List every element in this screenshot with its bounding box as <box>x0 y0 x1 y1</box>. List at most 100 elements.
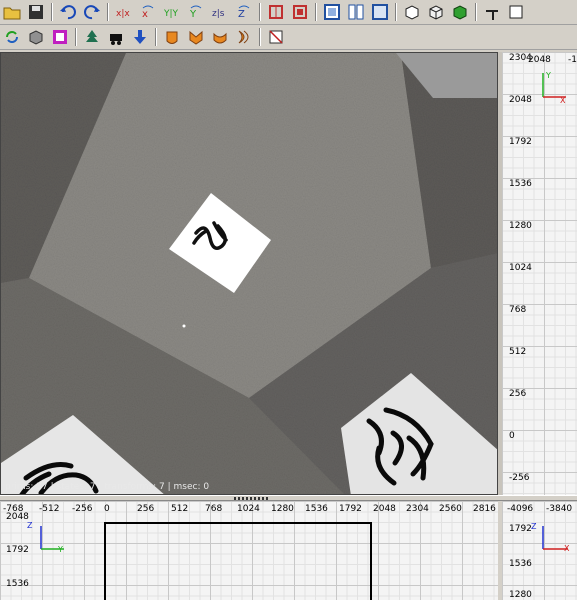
x-tick-label: 1536 <box>305 504 328 514</box>
svg-text:x|x: x|x <box>116 9 130 19</box>
y-tick-label: 1792 <box>6 545 29 555</box>
rotate-y-button[interactable]: Y <box>185 1 207 23</box>
patch-cylinder-button[interactable] <box>161 26 183 48</box>
patch-bevel-button[interactable] <box>185 26 207 48</box>
flip-y-button[interactable]: Y|Y <box>161 1 183 23</box>
brush-outline[interactable] <box>104 522 372 600</box>
rotate-x-button[interactable]: x <box>137 1 159 23</box>
green-cube-icon <box>453 5 467 20</box>
texture-icon <box>53 30 67 44</box>
svg-text:Z: Z <box>238 9 245 20</box>
x-tick-label: 256 <box>137 504 155 514</box>
x-tick-label: 2816 <box>473 504 496 514</box>
axis-gizmo-icon <box>40 526 64 550</box>
patch-cylinder-icon <box>166 31 178 44</box>
brush-green-button[interactable] <box>449 1 471 23</box>
save-button[interactable] <box>25 1 47 23</box>
axis-label-v: Y <box>546 71 551 80</box>
y-tick-label: 1280 <box>509 221 532 231</box>
axis-label-v: Z <box>27 521 33 530</box>
y-tick-label: 1792 <box>509 137 532 147</box>
rotate-y-icon: Y <box>189 5 202 20</box>
y-tick-label: 768 <box>509 305 527 315</box>
redo-button[interactable] <box>81 1 103 23</box>
clipper-icon <box>486 10 498 20</box>
view-xz-button[interactable] <box>345 1 367 23</box>
x-tick-label: 2048 <box>373 504 396 514</box>
refresh-icon <box>6 31 18 43</box>
y-tick-label: 1536 <box>509 559 532 569</box>
patch-cone-icon <box>238 30 249 44</box>
move-down-button[interactable] <box>129 26 151 48</box>
corner-ortho-view[interactable]: -4096 -3840 1792 1536 1280 Z X <box>502 501 577 600</box>
y-tick-label: 1024 <box>509 263 532 273</box>
render-stats: prims: 37 | states: 7 | transforms: 7 | … <box>5 482 210 492</box>
x-tick-label: 2560 <box>439 504 462 514</box>
no-draw-button[interactable] <box>265 26 287 48</box>
x-tick-label: -3840 <box>546 504 573 514</box>
tree-icon <box>86 30 98 42</box>
y-tick-label: 2048 <box>509 95 532 105</box>
refresh-button[interactable] <box>1 26 23 48</box>
y-tick-label: 1536 <box>6 579 29 589</box>
texture-button[interactable] <box>49 26 71 48</box>
patch-endcap-button[interactable] <box>209 26 231 48</box>
clipper-button[interactable] <box>481 1 503 23</box>
secondary-toolbar <box>0 25 577 50</box>
x-tick-label: 1024 <box>237 504 260 514</box>
cube-outline-icon <box>405 5 419 20</box>
top-label: -1 <box>568 55 577 65</box>
brush-button[interactable] <box>401 1 423 23</box>
patch-cone-button[interactable] <box>233 26 255 48</box>
rotate-z-icon: Z <box>238 5 250 20</box>
camera-view-button[interactable] <box>505 1 527 23</box>
rotate-z-button[interactable]: Z <box>233 1 255 23</box>
entity-button[interactable] <box>25 26 47 48</box>
cube-icon <box>429 5 443 20</box>
x-tick-label: -256 <box>72 504 93 514</box>
undo-button[interactable] <box>57 1 79 23</box>
brush-solid-button[interactable] <box>425 1 447 23</box>
x-tick-label: 2304 <box>406 504 429 514</box>
square-icon <box>509 5 523 19</box>
bottom-ortho-view[interactable]: -768 -512 -256 0 256 512 768 1024 1280 1… <box>0 501 498 600</box>
flip-z-icon: z|s <box>212 9 225 19</box>
y-tick-label: 1280 <box>509 590 532 600</box>
arrow-down-icon <box>134 30 146 44</box>
redo-icon <box>84 5 100 20</box>
x-tick-label: 768 <box>205 504 223 514</box>
gray-cube-icon <box>29 30 43 45</box>
patch-endcap-icon <box>213 32 227 44</box>
y-tick-label: 1792 <box>509 524 532 534</box>
folder-icon <box>3 7 21 20</box>
undo-icon <box>60 5 76 20</box>
svg-text:Y|Y: Y|Y <box>163 9 179 19</box>
train-button[interactable] <box>105 26 127 48</box>
y-tick-label: -256 <box>509 473 530 483</box>
x-tick-label: -512 <box>39 504 60 514</box>
open-file-button[interactable] <box>1 1 23 23</box>
view-yz-button[interactable] <box>369 1 391 23</box>
y-tick-label: 1536 <box>509 179 532 189</box>
patch-bevel-icon <box>189 30 203 45</box>
train-icon <box>110 34 122 45</box>
flip-x-icon: x|x <box>116 9 130 19</box>
y-tick-label: 0 <box>509 431 515 441</box>
view-yz-icon <box>372 4 388 20</box>
flip-z-button[interactable]: z|s <box>209 1 231 23</box>
axis-gizmo-icon <box>542 73 566 98</box>
view-xy-button[interactable] <box>321 1 343 23</box>
side-ortho-view[interactable]: 2304 2048 -1 2048 1792 1536 1280 1024 76… <box>502 52 577 495</box>
x-tick-label: 512 <box>171 504 189 514</box>
csg-merge-button[interactable] <box>289 1 311 23</box>
x-tick-label: 1792 <box>339 504 362 514</box>
view-xy-icon <box>324 4 340 20</box>
models-button[interactable] <box>81 26 103 48</box>
x-tick-label: -4096 <box>507 504 534 514</box>
axis-label-v: Z <box>531 522 537 531</box>
axis-label-h: X <box>564 544 570 553</box>
scene-render <box>1 53 497 494</box>
csg-subtract-button[interactable] <box>265 1 287 23</box>
flip-x-button[interactable]: x|x <box>113 1 135 23</box>
camera-viewport[interactable]: prims: 37 | states: 7 | transforms: 7 | … <box>0 52 498 495</box>
